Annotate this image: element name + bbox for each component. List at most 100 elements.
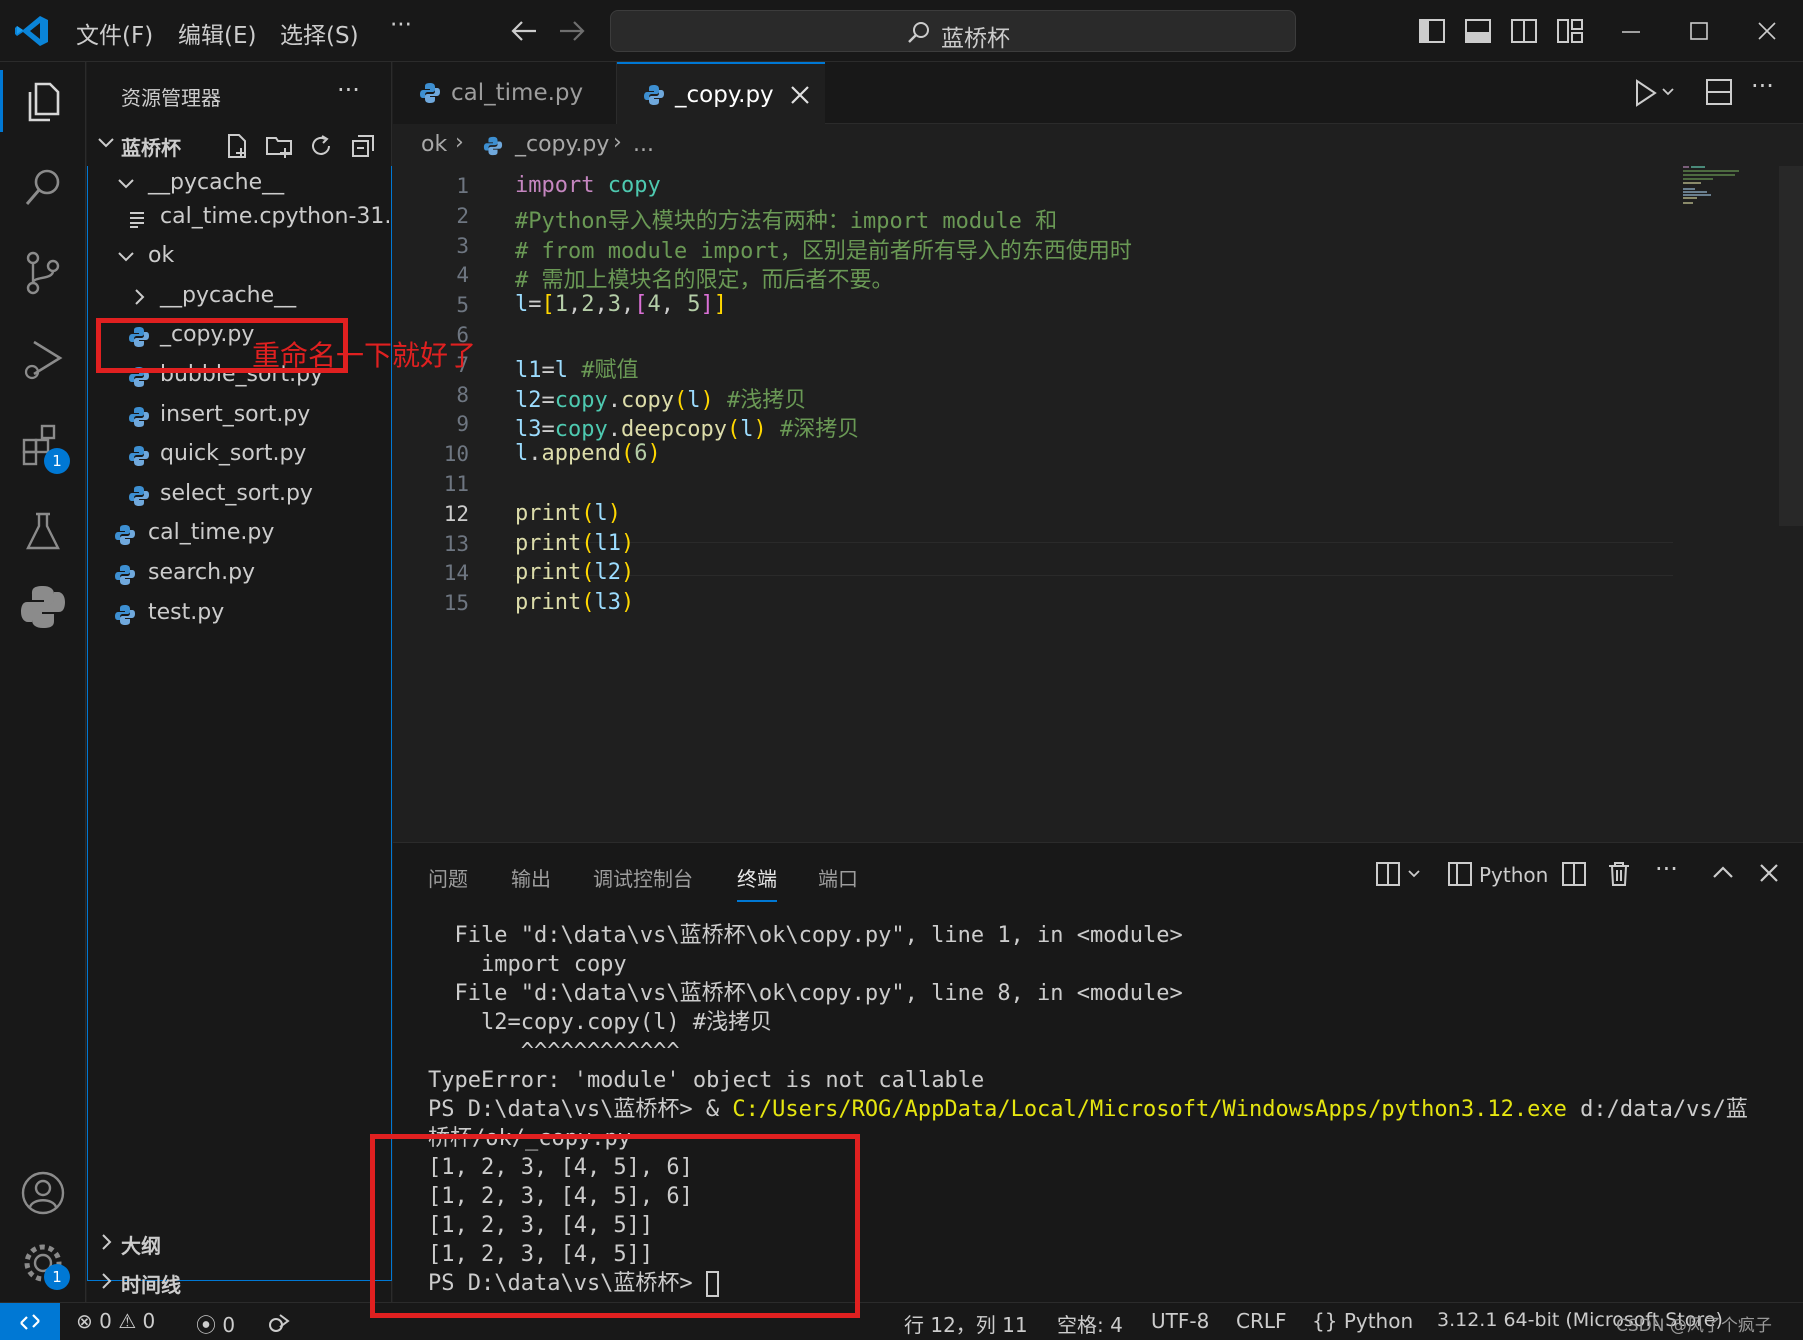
minimize-icon[interactable] — [1620, 20, 1642, 42]
tab-cal-time[interactable]: cal_time.py — [393, 62, 617, 124]
end-of-line[interactable]: CRLF — [1236, 1309, 1287, 1333]
accounts-activity-button[interactable] — [18, 1168, 68, 1218]
tree-item[interactable]: __pycache__ — [88, 166, 391, 204]
tab-copy[interactable]: _copy.py — [617, 62, 825, 124]
tab-debug-console[interactable]: 调试控制台 — [593, 863, 693, 892]
code-line: print(l) — [515, 500, 621, 526]
trash-icon[interactable] — [1607, 861, 1631, 887]
tree-item[interactable]: __pycache__ — [88, 279, 391, 317]
tree-item[interactable]: ok — [88, 239, 391, 277]
tab-output[interactable]: 输出 — [511, 863, 551, 892]
braces-icon: {} — [1312, 1309, 1338, 1333]
minimap[interactable] — [1683, 166, 1763, 206]
chevron-right-icon — [102, 1234, 112, 1250]
menu-edit[interactable]: 编辑(E) — [178, 16, 256, 50]
encoding[interactable]: UTF-8 — [1151, 1309, 1209, 1333]
close-window-icon[interactable] — [1756, 20, 1778, 42]
tree-item[interactable]: quick_sort.py — [88, 437, 391, 475]
tab-problems[interactable]: 问题 — [428, 863, 468, 892]
outline-label: 大纲 — [121, 1234, 161, 1258]
workspace-folder-header[interactable]: 蓝桥杯 — [87, 124, 392, 164]
line-number: 8 — [456, 382, 469, 407]
indentation[interactable]: 空格: 4 — [1057, 1309, 1123, 1338]
python-icon — [21, 586, 65, 628]
menu-more-button[interactable]: ··· — [390, 12, 412, 38]
toggle-secondary-sidebar-icon[interactable] — [1510, 18, 1538, 44]
python-file-icon — [420, 83, 440, 103]
line-number: 3 — [456, 233, 469, 258]
code-line: print(l3) — [515, 590, 635, 616]
back-arrow-icon[interactable] — [510, 18, 538, 44]
tree-item[interactable]: test.py — [88, 596, 391, 634]
terminal-arg: d:/data/vs/蓝 — [1566, 1097, 1748, 1122]
editor-scrollbar[interactable] — [1779, 166, 1803, 526]
new-folder-icon[interactable] — [265, 132, 293, 160]
python-file-icon — [115, 525, 135, 545]
run-debug-activity-button[interactable] — [18, 334, 68, 384]
watermark: CSDN @风了个疯子 — [1616, 1316, 1772, 1336]
menu-file[interactable]: 文件(F) — [76, 16, 153, 50]
tree-item-label: ok — [148, 243, 175, 268]
terminal-line: ^^^^^^^^^^^^ — [428, 1039, 680, 1064]
breadcrumb-symbol[interactable]: ... — [633, 132, 654, 157]
chevron-right-icon — [135, 289, 145, 305]
line-number: 11 — [443, 472, 469, 496]
refresh-icon[interactable] — [307, 132, 335, 160]
explorer-more-button[interactable]: ··· — [337, 76, 360, 104]
menu-selection[interactable]: 选择(S) — [280, 16, 359, 50]
panel-more-button[interactable]: ··· — [1655, 855, 1678, 883]
tree-item[interactable]: insert_sort.py — [88, 398, 391, 436]
activity-bar: 1 1 — [0, 62, 86, 1302]
toggle-primary-sidebar-icon[interactable] — [1418, 18, 1446, 44]
run-python-file-icon[interactable] — [1633, 78, 1677, 108]
maximize-panel-icon[interactable] — [1711, 861, 1735, 885]
collapse-all-icon[interactable] — [349, 132, 377, 160]
close-tab-icon[interactable] — [789, 84, 811, 106]
search-activity-button[interactable] — [18, 162, 68, 212]
breadcrumb-folder[interactable]: ok — [421, 132, 447, 157]
split-terminal-icon[interactable] — [1561, 861, 1587, 887]
outline-section-header[interactable]: 大纲 — [87, 1224, 390, 1262]
extensions-activity-button[interactable]: 1 — [18, 420, 70, 474]
manage-activity-button[interactable]: 1 — [18, 1238, 70, 1290]
search-icon — [908, 22, 929, 43]
code-editor[interactable]: 1 2 3 4 5 6 7 8 9 10 11 12 13 14 15 import copy #Python… — [393, 166, 1803, 842]
ports-status[interactable]: ⦿ 0 — [196, 1309, 235, 1338]
vscode-logo-icon[interactable] — [14, 14, 50, 48]
toggle-panel-icon[interactable] — [1464, 18, 1492, 44]
cursor-position[interactable]: 行 12，列 11 — [904, 1309, 1028, 1338]
tree-item[interactable]: search.py — [88, 556, 391, 594]
tab-ports[interactable]: 端口 — [818, 863, 858, 892]
command-center-search[interactable]: 蓝桥杯 — [610, 10, 1296, 52]
tab-terminal[interactable]: 终端 — [737, 863, 777, 902]
problems-status[interactable]: ⊗ 0 ⚠ 0 — [76, 1309, 155, 1333]
editor-more-button[interactable]: ··· — [1751, 72, 1774, 100]
debug-icon[interactable] — [266, 1311, 290, 1335]
python-activity-button[interactable] — [18, 582, 68, 632]
customize-layout-icon[interactable] — [1556, 18, 1584, 44]
line-number: 15 — [443, 591, 469, 616]
line-number: 5 — [456, 293, 469, 318]
source-control-activity-button[interactable] — [18, 248, 68, 298]
language-mode[interactable]: {} Python — [1312, 1309, 1413, 1333]
breadcrumb-file[interactable]: _copy.py — [515, 132, 609, 157]
explorer-activity-button[interactable] — [0, 70, 68, 132]
code-line: import copy — [515, 173, 661, 198]
timeline-section-header[interactable]: 时间线 — [87, 1263, 390, 1301]
text-file-icon — [130, 212, 144, 228]
tree-item[interactable]: cal_time.py — [88, 516, 391, 554]
tree-item[interactable]: cal_time.cpython-31... — [88, 200, 391, 238]
remote-indicator[interactable] — [0, 1303, 60, 1340]
tree-item[interactable]: select_sort.py — [88, 477, 391, 515]
forward-arrow-icon[interactable] — [558, 18, 586, 44]
terminal-profile-label[interactable]: Python — [1479, 863, 1548, 887]
maximize-icon[interactable] — [1688, 20, 1710, 42]
python-file-icon — [115, 605, 135, 625]
remote-icon — [20, 1314, 40, 1330]
new-file-icon[interactable] — [223, 132, 251, 160]
new-terminal-split-icon[interactable] — [1375, 861, 1425, 887]
split-editor-icon[interactable] — [1705, 78, 1733, 106]
terminal-line: File "d:\data\vs\蓝桥杯\ok\copy.py", line 8… — [428, 981, 1183, 1006]
close-panel-icon[interactable] — [1757, 861, 1781, 885]
testing-activity-button[interactable] — [18, 506, 68, 556]
